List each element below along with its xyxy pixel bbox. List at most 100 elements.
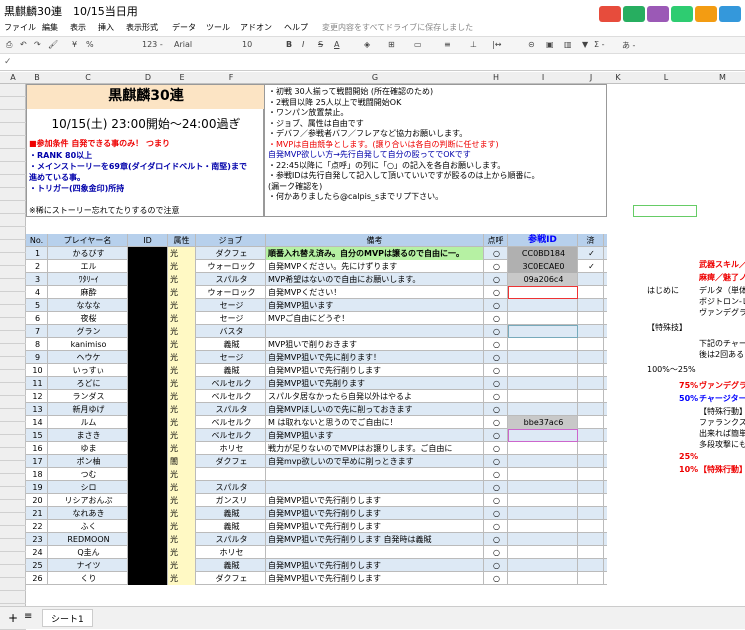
sheet-tab[interactable]: シート1 — [42, 609, 93, 627]
col-header[interactable]: L — [632, 73, 700, 82]
cell-name[interactable]: くり — [48, 572, 128, 585]
cell-bid[interactable]: 09a206c4 — [508, 273, 578, 286]
row-number[interactable] — [0, 396, 26, 409]
fill-color-icon[interactable]: ◈ — [364, 40, 370, 49]
cell-id[interactable] — [128, 533, 168, 546]
document-title[interactable]: 黒麒麟30連 10/15当日用 — [4, 3, 138, 19]
cell-id[interactable] — [128, 572, 168, 585]
cell-done[interactable] — [578, 533, 604, 546]
cell-attr[interactable]: 光 — [168, 533, 196, 546]
cell-note[interactable]: 順番入れ替え済み。自分のMVPは譲るので自由に一。 — [266, 247, 484, 260]
cell-name[interactable]: エル — [48, 260, 128, 273]
row-number[interactable] — [0, 305, 26, 318]
cell-id[interactable] — [128, 299, 168, 312]
cell-attr[interactable]: 光 — [168, 442, 196, 455]
cell-bid[interactable] — [508, 468, 578, 481]
cell-note[interactable] — [266, 481, 484, 494]
cell-no[interactable]: 19 — [26, 481, 48, 494]
cell-job[interactable]: スパルタ — [196, 481, 266, 494]
row-number[interactable] — [0, 487, 26, 500]
wrap-icon[interactable]: |↔ — [492, 40, 501, 49]
cell-done[interactable] — [578, 377, 604, 390]
cell-bid[interactable] — [508, 390, 578, 403]
cell-id[interactable] — [128, 468, 168, 481]
cell-name[interactable]: ヘウケ — [48, 351, 128, 364]
row-number[interactable] — [0, 370, 26, 383]
cell-roll[interactable]: ○ — [484, 325, 508, 338]
cell-attr[interactable]: 光 — [168, 312, 196, 325]
menu-help[interactable]: ヘルプ — [284, 22, 308, 33]
font-select[interactable]: Arial — [174, 40, 192, 49]
cell-done[interactable] — [578, 442, 604, 455]
cell-note[interactable]: 自発MVPほしいので先に削っておきます — [266, 403, 484, 416]
cell-name[interactable]: 夜桜 — [48, 312, 128, 325]
cell-roll[interactable]: ○ — [484, 247, 508, 260]
col-header[interactable]: J — [578, 73, 604, 82]
filter-icon[interactable]: ▼ — [582, 40, 588, 49]
cell-job[interactable]: バスタ — [196, 325, 266, 338]
cell-no[interactable]: 17 — [26, 455, 48, 468]
cell-attr[interactable]: 光 — [168, 299, 196, 312]
cell-roll[interactable]: ○ — [484, 364, 508, 377]
cell-done[interactable] — [578, 468, 604, 481]
cell-job[interactable]: ダクフェ — [196, 455, 266, 468]
cell-name[interactable]: 麻酔 — [48, 286, 128, 299]
row-number[interactable] — [0, 344, 26, 357]
cell-bid[interactable] — [508, 299, 578, 312]
cell-roll[interactable]: ○ — [484, 416, 508, 429]
comment-icon[interactable]: ▣ — [546, 40, 554, 49]
cell-bid[interactable] — [508, 455, 578, 468]
cell-note[interactable]: MVPご自由にどうぞ！ — [266, 312, 484, 325]
formula-bar[interactable]: ✓ — [0, 55, 745, 71]
cell-no[interactable]: 22 — [26, 520, 48, 533]
cell-id[interactable] — [128, 364, 168, 377]
cell-bid[interactable] — [508, 533, 578, 546]
col-header[interactable]: H — [484, 73, 508, 82]
cell-no[interactable]: 24 — [26, 546, 48, 559]
functions-button[interactable]: Σ - — [594, 40, 604, 49]
cell-id[interactable] — [128, 377, 168, 390]
cell-no[interactable]: 8 — [26, 338, 48, 351]
cell-done[interactable] — [578, 351, 604, 364]
redo-icon[interactable]: ↷ — [34, 40, 41, 49]
bold-button[interactable]: B — [286, 40, 292, 49]
cell-bid[interactable] — [508, 364, 578, 377]
cell-roll[interactable]: ○ — [484, 520, 508, 533]
cell-attr[interactable]: 光 — [168, 364, 196, 377]
cell-done[interactable]: ✓ — [578, 247, 604, 260]
cell-name[interactable]: かるびす — [48, 247, 128, 260]
cell-bid[interactable] — [508, 429, 578, 442]
cell-note[interactable]: スパルタ居なかったら自発以外はやるよ — [266, 390, 484, 403]
cell-roll[interactable]: ○ — [484, 468, 508, 481]
cell-no[interactable]: 10 — [26, 364, 48, 377]
cell-done[interactable] — [578, 572, 604, 585]
cell-id[interactable] — [128, 546, 168, 559]
row-number[interactable] — [0, 565, 26, 578]
cell-bid[interactable]: CC0BD184 — [508, 247, 578, 260]
cell-id[interactable] — [128, 455, 168, 468]
cell-done[interactable] — [578, 364, 604, 377]
cell-name[interactable]: ルム — [48, 416, 128, 429]
cell-name[interactable]: ゆま — [48, 442, 128, 455]
cell-name[interactable]: グラン — [48, 325, 128, 338]
cell-attr[interactable]: 光 — [168, 286, 196, 299]
cell-attr[interactable]: 光 — [168, 468, 196, 481]
cell-job[interactable]: スパルタ — [196, 273, 266, 286]
cell-done[interactable] — [578, 494, 604, 507]
text-color-button[interactable]: A — [334, 40, 339, 49]
cell-roll[interactable]: ○ — [484, 494, 508, 507]
row-number[interactable] — [0, 591, 26, 604]
row-number[interactable] — [0, 240, 26, 253]
cell-done[interactable] — [578, 286, 604, 299]
cell-job[interactable]: スパルタ — [196, 403, 266, 416]
cell-name[interactable]: ナイツ — [48, 559, 128, 572]
cell-no[interactable]: 21 — [26, 507, 48, 520]
cell-id[interactable] — [128, 481, 168, 494]
cell-roll[interactable]: ○ — [484, 533, 508, 546]
strikethrough-button[interactable]: S — [318, 40, 323, 49]
cell-no[interactable]: 11 — [26, 377, 48, 390]
cell-done[interactable] — [578, 403, 604, 416]
cell-roll[interactable]: ○ — [484, 546, 508, 559]
cell-no[interactable]: 3 — [26, 273, 48, 286]
cell-attr[interactable]: 闇 — [168, 455, 196, 468]
